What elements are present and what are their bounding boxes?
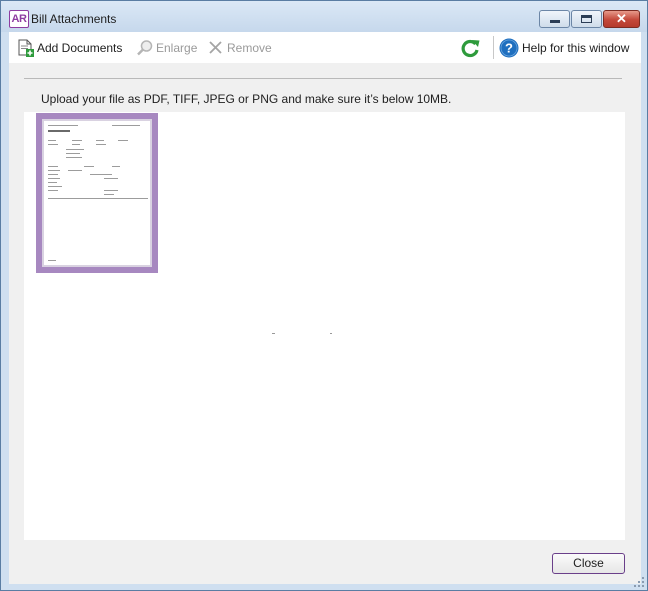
preview-line — [48, 170, 60, 171]
preview-line — [96, 144, 106, 145]
stray-mark — [272, 333, 275, 334]
question-icon: ? — [499, 38, 519, 58]
preview-rule — [48, 198, 148, 199]
preview-line — [66, 153, 80, 154]
remove-button[interactable]: Remove — [207, 39, 273, 57]
close-icon: ✕ — [616, 11, 627, 26]
add-documents-button[interactable]: Add Documents — [17, 39, 129, 57]
maximize-button[interactable] — [571, 10, 602, 28]
preview-line — [104, 190, 118, 191]
preview-line — [72, 140, 82, 141]
preview-line — [104, 194, 114, 195]
preview-line — [48, 140, 56, 141]
maximize-icon — [581, 15, 592, 23]
toolbar-separator — [493, 36, 494, 59]
preview-line — [112, 125, 140, 126]
x-icon — [209, 41, 222, 54]
preview-line — [48, 186, 62, 187]
preview-heading — [48, 130, 70, 132]
preview-line — [84, 166, 94, 167]
preview-line — [104, 178, 118, 179]
window-title: Bill Attachments — [31, 12, 117, 26]
preview-line — [48, 178, 60, 179]
resize-grip-icon[interactable] — [634, 577, 644, 587]
preview-line — [48, 190, 58, 191]
help-button[interactable]: ? Help for this window — [499, 38, 635, 58]
stray-mark — [330, 333, 332, 334]
preview-line — [48, 125, 78, 126]
preview-line — [48, 144, 58, 145]
magnifier-icon — [137, 40, 153, 56]
minimize-button[interactable] — [539, 10, 570, 28]
preview-line — [66, 157, 82, 158]
section-divider — [24, 78, 622, 79]
preview-line — [48, 166, 58, 167]
close-button[interactable]: Close — [552, 553, 625, 574]
preview-line — [48, 174, 58, 175]
remove-label: Remove — [227, 41, 272, 55]
upload-instruction: Upload your file as PDF, TIFF, JPEG or P… — [41, 92, 452, 106]
app-logo-icon: AR — [9, 10, 29, 28]
add-document-icon — [18, 39, 34, 57]
window-close-button[interactable]: ✕ — [603, 10, 640, 28]
title-bar[interactable]: AR Bill Attachments ✕ — [1, 1, 647, 32]
enlarge-label: Enlarge — [156, 41, 198, 55]
preview-line — [112, 166, 120, 167]
preview-line — [118, 140, 128, 141]
refresh-icon[interactable] — [460, 38, 482, 58]
preview-line — [68, 170, 82, 171]
minimize-icon — [550, 20, 560, 23]
preview-line — [96, 140, 104, 141]
enlarge-button[interactable]: Enlarge — [136, 39, 200, 57]
attachment-thumbnail[interactable] — [36, 113, 158, 273]
add-documents-label: Add Documents — [37, 41, 123, 55]
preview-line — [72, 144, 80, 145]
svg-text:?: ? — [505, 41, 513, 56]
attachments-panel[interactable] — [24, 112, 625, 540]
preview-footer — [48, 260, 56, 261]
preview-line — [48, 182, 57, 183]
document-preview — [42, 119, 152, 267]
window-client-area: Add Documents Enlarge Remove ? Help for … — [9, 32, 641, 584]
bill-attachments-window: AR Bill Attachments ✕ Add Documents Enla… — [0, 0, 648, 591]
help-label: Help for this window — [522, 41, 630, 55]
preview-line — [90, 174, 112, 175]
preview-line — [66, 149, 84, 150]
toolbar: Add Documents Enlarge Remove ? Help for … — [9, 32, 641, 63]
